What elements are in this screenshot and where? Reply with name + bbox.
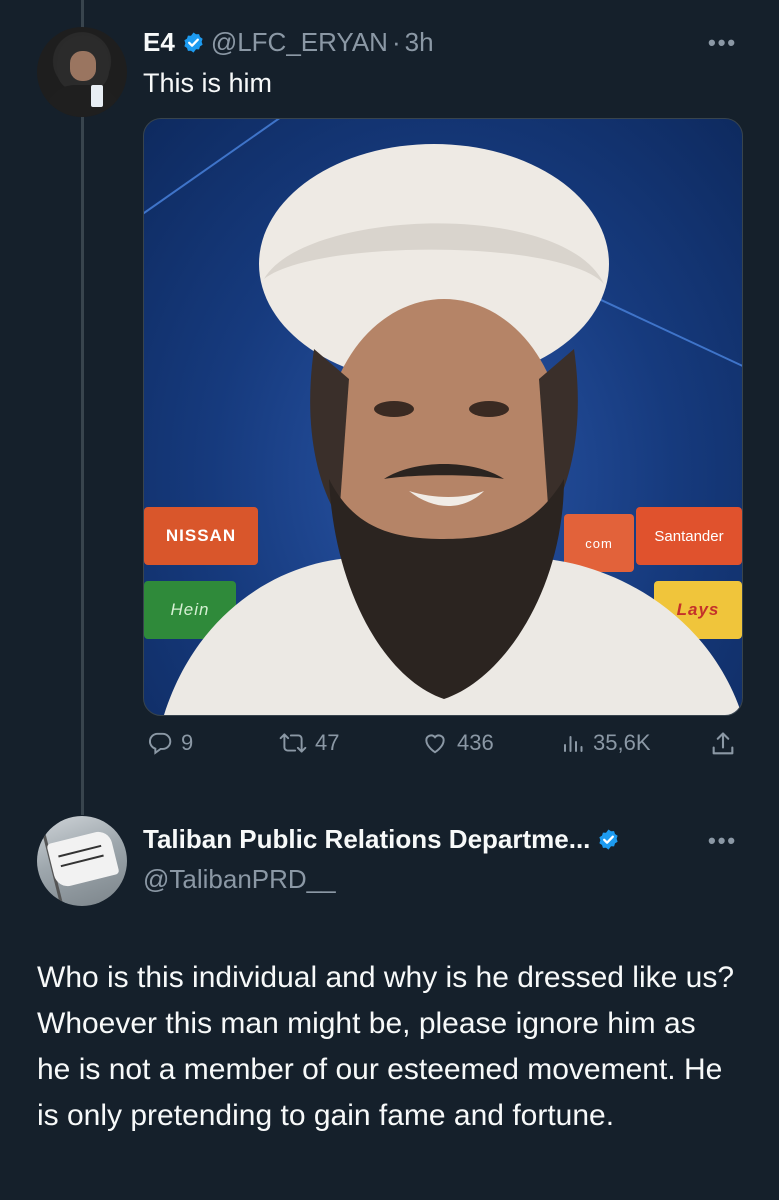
handle[interactable]: @TalibanPRD__ — [143, 864, 336, 895]
reply-count: 9 — [181, 730, 194, 755]
tweet-text: Who is this individual and why is he dre… — [37, 961, 735, 1132]
retweet-icon — [279, 730, 307, 756]
avatar[interactable] — [37, 27, 127, 117]
more-icon[interactable]: ••• — [708, 30, 737, 56]
share-icon — [709, 730, 737, 758]
display-name[interactable]: E4 — [143, 27, 175, 58]
handle[interactable]: @LFC_ERYAN — [211, 27, 388, 58]
tweet-header: Taliban Public Relations Departme... — [143, 824, 626, 855]
avatar[interactable] — [37, 816, 127, 906]
tweet-actions: 9 47 436 35,6K — [143, 730, 741, 770]
views-count: 35,6K — [593, 730, 651, 755]
share-button[interactable] — [709, 730, 737, 758]
tweet-text: This is him — [143, 68, 273, 98]
retweet-count: 47 — [315, 730, 340, 755]
tweet-image[interactable]: NISSAN Hein com Santander Lays — [143, 118, 743, 716]
display-name[interactable]: Taliban Public Relations Departme... — [143, 824, 590, 855]
person-figure — [164, 144, 742, 715]
more-icon[interactable]: ••• — [708, 828, 737, 854]
reply-icon — [147, 730, 173, 756]
views-icon — [561, 730, 585, 756]
verified-badge-icon — [182, 31, 205, 54]
retweet-button[interactable]: 47 — [279, 730, 339, 756]
like-icon — [421, 730, 449, 756]
separator: · — [391, 27, 401, 57]
thread-connector — [81, 0, 84, 815]
like-count: 436 — [457, 730, 494, 755]
tweet-header: E4 @LFC_ERYAN · 3h — [143, 27, 434, 58]
verified-badge-icon — [597, 828, 620, 851]
views-button[interactable]: 35,6K — [561, 730, 651, 756]
timestamp[interactable]: 3h — [405, 27, 434, 58]
reply-button[interactable]: 9 — [147, 730, 193, 756]
like-button[interactable]: 436 — [421, 730, 494, 756]
